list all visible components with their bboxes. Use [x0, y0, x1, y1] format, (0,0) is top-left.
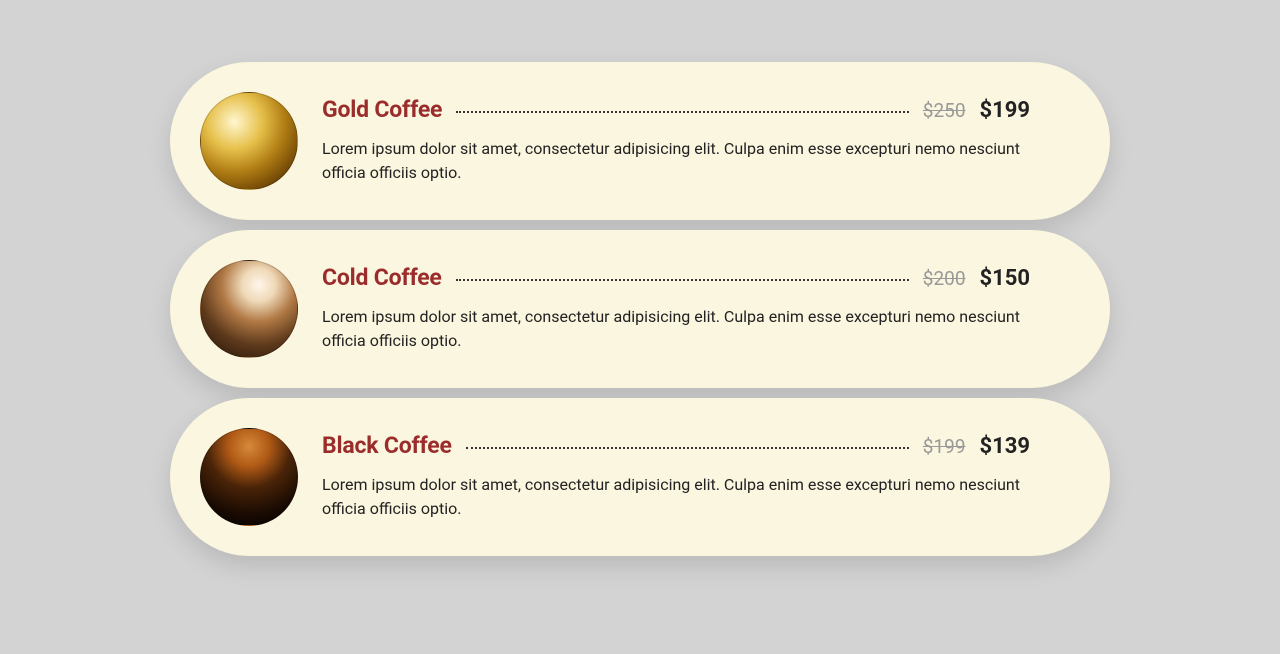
- menu-image-cold-coffee: [200, 260, 298, 358]
- menu-card: Black Coffee $199 $139 Lorem ipsum dolor…: [170, 398, 1110, 556]
- menu-image-gold-coffee: [200, 92, 298, 190]
- menu-price-new: $139: [980, 434, 1031, 459]
- menu-desc: Lorem ipsum dolor sit amet, consectetur …: [322, 305, 1030, 353]
- menu-price-new: $150: [980, 266, 1031, 291]
- menu-card: Gold Coffee $250 $199 Lorem ipsum dolor …: [170, 62, 1110, 220]
- menu-price-old: $199: [923, 435, 966, 458]
- menu-card: Cold Coffee $200 $150 Lorem ipsum dolor …: [170, 230, 1110, 388]
- menu-body: Gold Coffee $250 $199 Lorem ipsum dolor …: [322, 92, 1030, 185]
- menu-body: Black Coffee $199 $139 Lorem ipsum dolor…: [322, 428, 1030, 521]
- menu-dotted-divider: [456, 279, 909, 281]
- menu-price-old: $250: [923, 99, 966, 122]
- menu-dotted-divider: [466, 447, 909, 449]
- menu-header: Black Coffee $199 $139: [322, 432, 1030, 459]
- menu-price-old: $200: [923, 267, 966, 290]
- menu-name: Cold Coffee: [322, 264, 442, 291]
- menu-header: Gold Coffee $250 $199: [322, 96, 1030, 123]
- menu-name: Gold Coffee: [322, 96, 442, 123]
- menu-body: Cold Coffee $200 $150 Lorem ipsum dolor …: [322, 260, 1030, 353]
- menu-dotted-divider: [456, 111, 909, 113]
- menu-price-new: $199: [980, 98, 1031, 123]
- menu-header: Cold Coffee $200 $150: [322, 264, 1030, 291]
- menu-image-black-coffee: [200, 428, 298, 526]
- menu-desc: Lorem ipsum dolor sit amet, consectetur …: [322, 137, 1030, 185]
- menu-desc: Lorem ipsum dolor sit amet, consectetur …: [322, 473, 1030, 521]
- menu-name: Black Coffee: [322, 432, 452, 459]
- menu-list: Gold Coffee $250 $199 Lorem ipsum dolor …: [170, 62, 1110, 556]
